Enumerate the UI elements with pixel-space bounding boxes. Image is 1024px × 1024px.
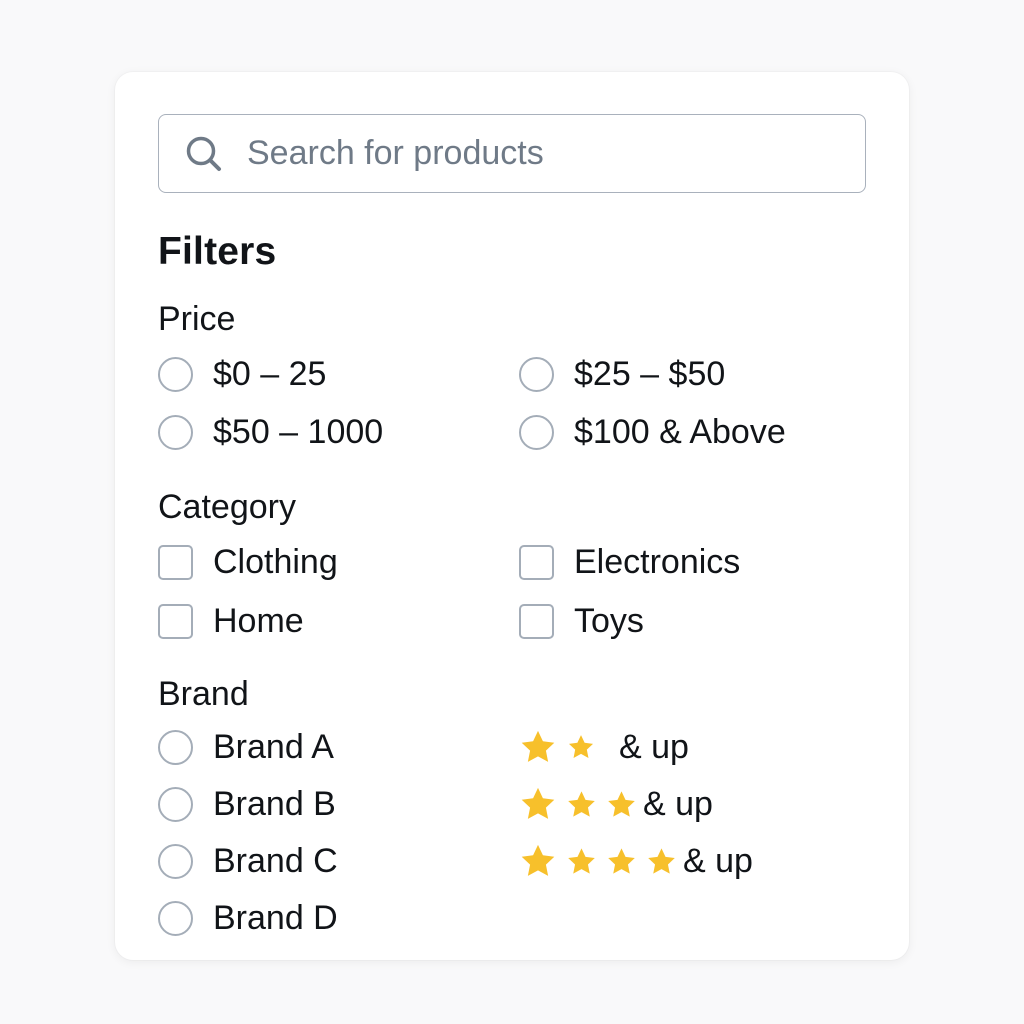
brand-option-a[interactable]: Brand A	[158, 725, 334, 769]
filters-heading: Filters	[158, 230, 277, 273]
radio-button[interactable]	[158, 414, 193, 450]
star-icon	[521, 844, 555, 876]
price-option-label: $25 – $50	[574, 354, 726, 393]
search-input[interactable]	[247, 131, 837, 175]
price-heading: Price	[158, 300, 236, 338]
brand-option-label: Brand D	[213, 898, 338, 937]
brand-option-label: Brand C	[213, 841, 338, 880]
radio-button[interactable]	[519, 356, 554, 392]
search-box[interactable]	[158, 114, 866, 193]
category-option-label: Electronics	[574, 542, 741, 581]
category-option-electronics[interactable]: Electronics	[519, 540, 740, 584]
rating-option-2-up[interactable]: & up	[519, 725, 689, 769]
rating-option-4-up[interactable]: & up	[519, 839, 753, 883]
price-option-0-25[interactable]: $0 – 25	[158, 352, 326, 396]
star-icon	[608, 790, 635, 817]
radio-button[interactable]	[158, 900, 193, 936]
category-option-home[interactable]: Home	[158, 599, 304, 643]
brand-option-d[interactable]: Brand D	[158, 896, 338, 940]
checkbox[interactable]	[158, 603, 193, 639]
radio-button[interactable]	[158, 729, 193, 765]
rating-stars	[519, 785, 637, 823]
brand-heading: Brand	[158, 675, 249, 713]
price-option-label: $0 – 25	[213, 354, 327, 393]
brand-option-label: Brand B	[213, 784, 336, 823]
radio-button[interactable]	[158, 786, 193, 822]
category-option-label: Clothing	[213, 542, 338, 581]
star-icon	[568, 735, 594, 758]
rating-label: & up	[643, 784, 713, 823]
brand-option-c[interactable]: Brand C	[158, 839, 338, 883]
star-icon	[648, 847, 675, 874]
rating-stars	[519, 728, 595, 766]
category-option-clothing[interactable]: Clothing	[158, 540, 338, 584]
price-option-50-1000[interactable]: $50 – 1000	[158, 410, 383, 454]
radio-button[interactable]	[519, 414, 554, 450]
checkbox[interactable]	[519, 544, 554, 580]
price-option-100-above[interactable]: $100 & Above	[519, 410, 786, 454]
star-icon	[568, 847, 595, 874]
rating-label: & up	[683, 841, 753, 880]
price-option-label: $50 – 1000	[213, 412, 384, 451]
category-option-label: Toys	[574, 601, 644, 640]
category-option-toys[interactable]: Toys	[519, 599, 644, 643]
star-icon	[608, 847, 635, 874]
checkbox[interactable]	[158, 544, 193, 580]
star-icon	[568, 790, 595, 817]
brand-option-label: Brand A	[213, 727, 334, 766]
price-option-25-50[interactable]: $25 – $50	[519, 352, 725, 396]
star-icon	[521, 730, 555, 762]
rating-label: & up	[619, 727, 689, 766]
brand-option-b[interactable]: Brand B	[158, 782, 336, 826]
rating-option-3-up[interactable]: & up	[519, 782, 713, 826]
checkbox[interactable]	[519, 603, 554, 639]
rating-stars	[519, 842, 677, 880]
price-option-label: $100 & Above	[574, 412, 786, 451]
category-option-label: Home	[213, 601, 304, 640]
search-icon	[186, 136, 221, 171]
radio-button[interactable]	[158, 356, 193, 392]
radio-button[interactable]	[158, 843, 193, 879]
star-icon	[521, 787, 555, 819]
category-heading: Category	[158, 488, 296, 526]
filter-panel: Filters Price $0 – 25 $25 – $50 $50 – 10…	[115, 72, 909, 960]
